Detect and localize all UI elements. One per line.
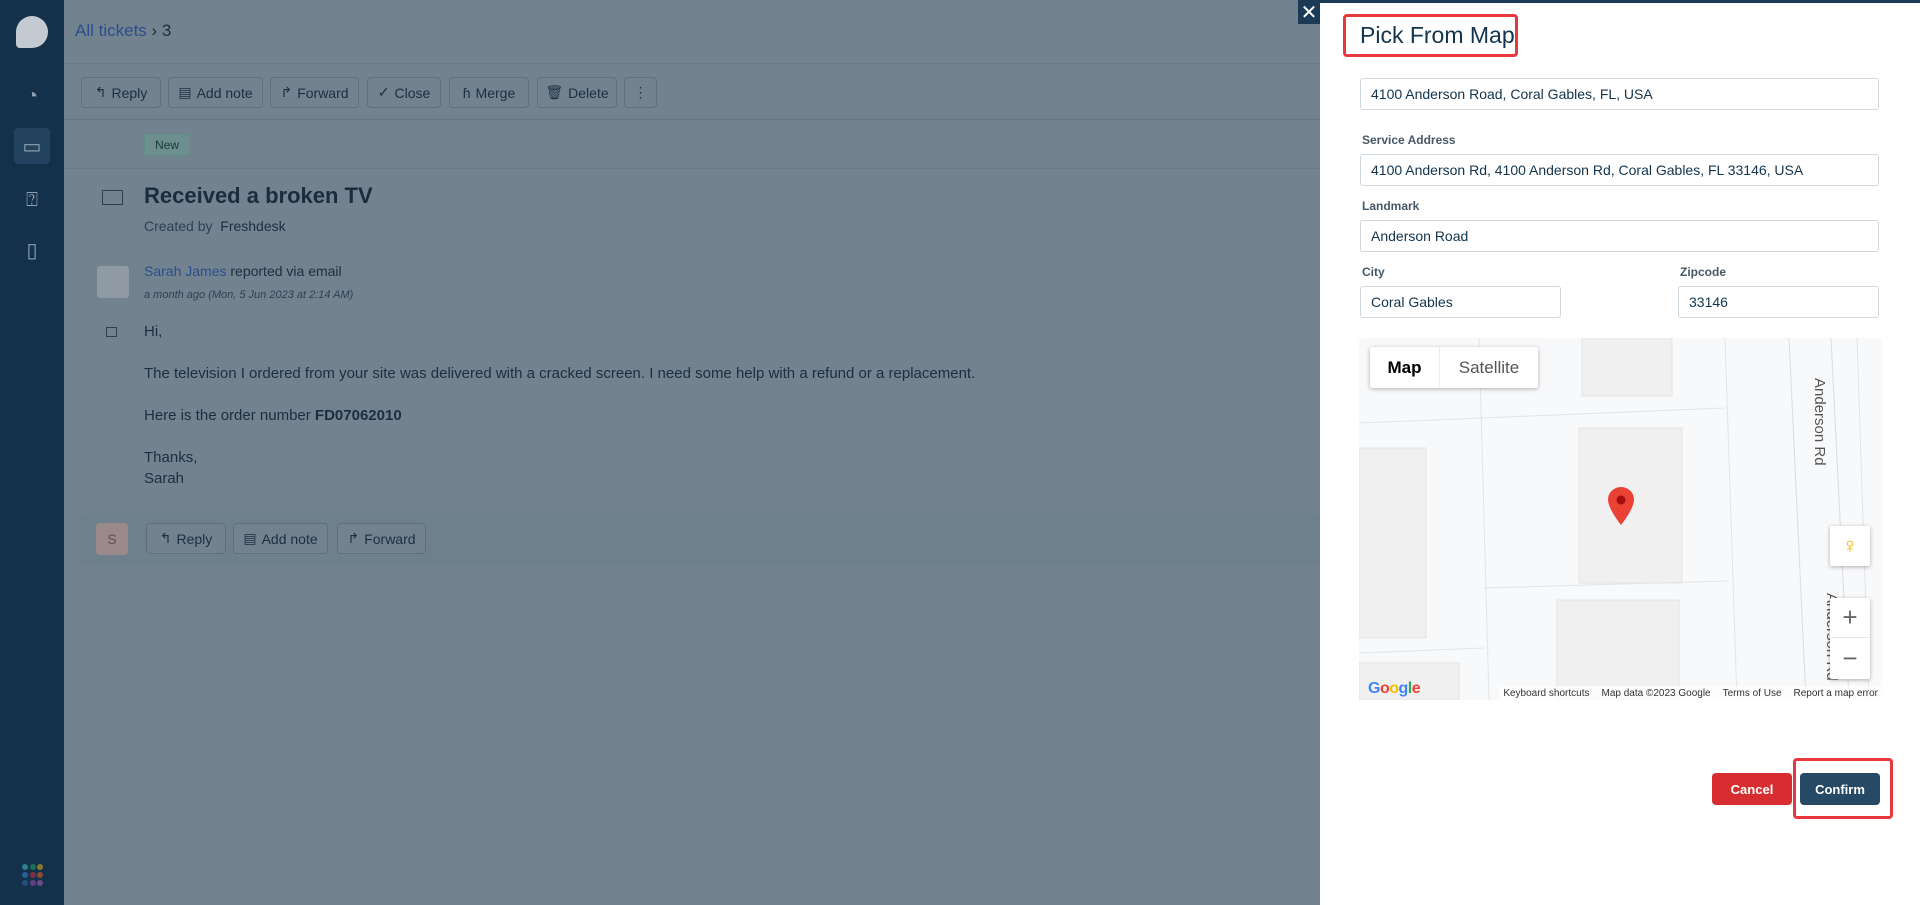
message-greeting: Hi, — [144, 323, 163, 340]
merge-icon: ɦ — [462, 84, 471, 101]
order-number: FD07062010 — [314, 407, 402, 424]
reply-button[interactable]: ↰ Reply — [81, 77, 161, 108]
status-row: New — [64, 120, 1320, 169]
forward-label: Forward — [364, 530, 416, 547]
sender-name[interactable]: Sarah James — [144, 263, 226, 279]
road-label: Anderson Rd — [1811, 378, 1828, 466]
forward-button[interactable]: ↱ Forward — [270, 77, 359, 108]
tickets-icon[interactable]: ▭ — [14, 128, 50, 164]
reply-bar: S ↰ Reply ▤ Add note ↱ Forward — [80, 513, 1320, 565]
pick-from-map-panel: Pick From Map Service Address Landmark C… — [1320, 0, 1920, 905]
app-sidebar: ◔ ▭ ⍰ ▯ — [0, 0, 64, 905]
sender-via: reported via email — [230, 263, 342, 279]
map-data-text: Map data ©2023 Google — [1601, 687, 1711, 699]
dashboard-icon[interactable]: ◔ — [14, 78, 50, 114]
knowledge-base-icon[interactable]: ▯ — [14, 232, 50, 268]
collapse-email-icon[interactable] — [106, 327, 117, 337]
forward-icon: ↱ — [347, 530, 360, 546]
forward-icon: ↱ — [280, 84, 293, 100]
map-type-control: Map Satellite — [1370, 347, 1538, 388]
add-note-button[interactable]: ▤ Add note — [168, 77, 263, 108]
map-marker-icon[interactable] — [1608, 487, 1634, 525]
landmark-label: Landmark — [1362, 199, 1420, 213]
map-attribution: Keyboard shortcuts Map data ©2023 Google… — [1499, 686, 1882, 700]
keyboard-shortcuts-link[interactable]: Keyboard shortcuts — [1503, 688, 1589, 699]
header: All tickets › 3 — [64, 0, 1320, 64]
close-icon: ✕ — [1300, 1, 1318, 24]
breadcrumb-current: 3 — [161, 21, 172, 40]
message-time: a month ago (Mon, 5 Jun 2023 at 2:14 AM) — [144, 289, 354, 301]
zoom-in-button[interactable]: + — [1830, 598, 1870, 638]
check-circle-icon: ✓ — [377, 84, 390, 100]
note-icon: ▤ — [178, 84, 192, 100]
zipcode-label: Zipcode — [1680, 265, 1727, 279]
order-prefix: Here is the order number — [144, 407, 311, 424]
kebab-icon: ⋮ — [633, 84, 648, 100]
service-address-label: Service Address — [1362, 133, 1456, 147]
landmark-input[interactable] — [1360, 220, 1879, 252]
zoom-out-button[interactable]: − — [1830, 638, 1870, 678]
trash-icon: 🗑 — [545, 84, 564, 100]
add-note-label: Add note — [261, 530, 318, 547]
report-error-link[interactable]: Report a map error — [1794, 688, 1878, 699]
merge-button[interactable]: ɦ Merge — [449, 77, 529, 108]
panel-title: Pick From Map — [1360, 22, 1515, 48]
zoom-control: + − — [1830, 598, 1870, 679]
status-badge: New — [144, 134, 190, 156]
close-label: Close — [394, 84, 431, 101]
close-panel-button[interactable]: ✕ — [1298, 0, 1320, 24]
order-line: Here is the order number FD07062010 — [144, 407, 402, 424]
reply-label: Reply — [176, 530, 213, 547]
forward-label: Forward — [297, 84, 349, 101]
zipcode-input[interactable] — [1678, 286, 1879, 318]
reply-icon: ↰ — [159, 530, 172, 546]
location-search-input[interactable] — [1360, 78, 1879, 110]
breadcrumb-all-tickets[interactable]: All tickets — [75, 21, 147, 40]
ticket-view: All tickets › 3 ↰ Reply ▤ Add note ↱ Forwar… — [64, 0, 1320, 905]
ticket-title: Received a broken TV — [144, 183, 373, 208]
reply-bar-forward-button[interactable]: ↱ Forward — [337, 523, 426, 554]
satellite-tab[interactable]: Satellite — [1440, 347, 1538, 388]
city-label: City — [1362, 265, 1385, 279]
city-input[interactable] — [1360, 286, 1561, 318]
merge-label: Merge — [475, 84, 516, 101]
chevron-right-icon: › — [151, 21, 162, 40]
reply-bar-add-note-button[interactable]: ▤ Add note — [233, 523, 328, 554]
reply-icon: ↰ — [94, 84, 107, 100]
sender-line: Sarah James reported via email — [144, 263, 342, 279]
close-ticket-button[interactable]: ✓ Close — [367, 77, 441, 108]
google-logo: Google — [1368, 680, 1421, 697]
contacts-icon[interactable]: ⍰ — [14, 182, 50, 218]
map-canvas[interactable]: Anderson Rd Anderson Rd Map Satellite ♀ … — [1359, 338, 1882, 700]
message-paragraph: The television I ordered from your site … — [144, 365, 976, 382]
reply-bar-reply-button[interactable]: ↰ Reply — [146, 523, 226, 554]
note-icon: ▤ — [243, 530, 257, 546]
street-view-pegman-icon[interactable]: ♀ — [1830, 526, 1870, 566]
freshdesk-logo-icon[interactable] — [16, 16, 48, 48]
sender-avatar — [97, 266, 129, 298]
more-options-button[interactable]: ⋮ — [624, 77, 657, 108]
confirm-button[interactable]: Confirm — [1800, 773, 1880, 805]
reply-label: Reply — [111, 84, 148, 101]
breadcrumb: All tickets › 3 — [75, 21, 171, 41]
agent-avatar: S — [96, 523, 128, 555]
cancel-button[interactable]: Cancel — [1712, 773, 1792, 805]
delete-button[interactable]: 🗑 Delete — [537, 77, 617, 108]
email-icon — [102, 190, 123, 205]
add-note-label: Add note — [196, 84, 253, 101]
created-by-value: Freshdesk — [220, 218, 286, 234]
apps-grid-icon[interactable] — [22, 864, 44, 886]
message-signature: Sarah — [144, 470, 185, 487]
ticket-toolbar: ↰ Reply ▤ Add note ↱ Forward ✓ Close ɦ Merge … — [64, 64, 1320, 120]
map-tab[interactable]: Map — [1370, 347, 1440, 388]
terms-link[interactable]: Terms of Use — [1723, 688, 1782, 699]
service-address-input[interactable] — [1360, 154, 1879, 186]
created-by: Created by Freshdesk — [144, 218, 286, 234]
created-by-label: Created by — [144, 218, 213, 234]
delete-label: Delete — [568, 84, 609, 101]
message-closing: Thanks, — [144, 449, 198, 466]
